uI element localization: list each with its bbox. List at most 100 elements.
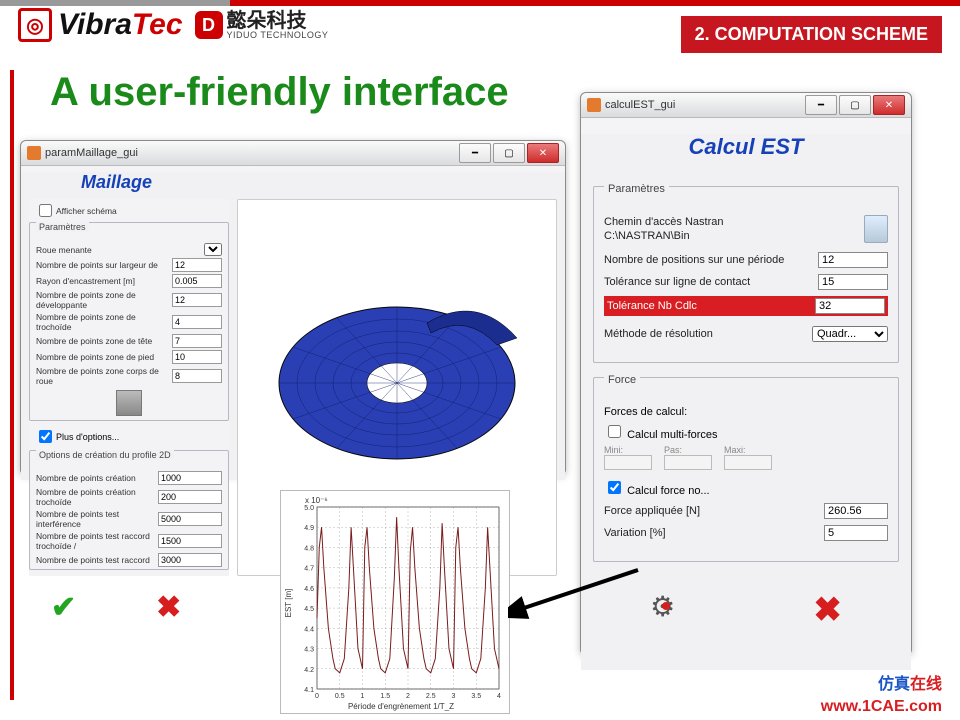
param-row: Nombre de points sur largeur de <box>36 258 222 272</box>
cancel-button[interactable]: ✖ <box>156 590 181 625</box>
nb-positions-input[interactable] <box>818 252 888 268</box>
afficher-schema-checkbox[interactable] <box>39 204 52 217</box>
yiduo-cn: 懿朵科技 <box>227 11 329 31</box>
roue-menante-select[interactable]: ▾ <box>204 243 222 256</box>
run-button[interactable]: ⚙ <box>650 590 675 630</box>
afficher-schema-label: Afficher schéma <box>56 206 223 216</box>
footer-cn: 仿真在线 <box>878 670 942 694</box>
svg-text:0.5: 0.5 <box>335 693 345 700</box>
method-select[interactable]: Quadr... <box>812 326 888 342</box>
mesh-cube-icon[interactable] <box>116 390 142 416</box>
chart-ylabel: EST [m] <box>284 589 293 618</box>
forces-calc-label: Forces de calcul: <box>604 406 888 418</box>
folder-icon[interactable] <box>864 215 888 243</box>
page-title: A user-friendly interface <box>50 70 509 115</box>
yiduo-logo: D 懿朵科技 YIDUO TECHNOLOGY <box>195 11 329 40</box>
force-applied-input[interactable] <box>824 503 888 519</box>
svg-text:3.5: 3.5 <box>471 693 481 700</box>
maxi-input <box>724 455 772 470</box>
param-input[interactable] <box>172 350 222 364</box>
svg-text:4.9: 4.9 <box>304 525 314 532</box>
method-label: Méthode de résolution <box>604 328 812 340</box>
maximize-button[interactable]: ▢ <box>839 95 871 115</box>
tec-text: Tec <box>132 8 183 42</box>
est-parametres-legend: Paramètres <box>604 183 669 195</box>
vibra-text: Vibra <box>58 8 132 42</box>
svg-text:4.3: 4.3 <box>304 647 314 654</box>
parametres-legend: Paramètres <box>36 222 89 232</box>
maximize-button[interactable]: ▢ <box>493 143 525 163</box>
confirm-button[interactable]: ✔ <box>51 590 76 625</box>
opt-input[interactable] <box>158 512 222 526</box>
svg-text:4.5: 4.5 <box>304 606 314 613</box>
est-chart: x 10⁻⁶ 4.14.24.34.44.54.64.74.84.95.000.… <box>280 490 510 714</box>
slide-root: ◎ VibraTec D 懿朵科技 YIDUO TECHNOLOGY 2. CO… <box>0 0 960 720</box>
est-force-fieldset: Force Forces de calcul: Calcul multi-for… <box>593 377 899 562</box>
left-red-stripe <box>10 70 14 700</box>
est-title-text: calculEST_gui <box>605 99 803 111</box>
opt-input[interactable] <box>158 553 222 567</box>
svg-text:4: 4 <box>497 693 501 700</box>
close-button[interactable]: ✕ <box>527 143 559 163</box>
param-input[interactable] <box>172 274 222 288</box>
yiduo-d-icon: D <box>195 11 223 39</box>
est-chart-svg: x 10⁻⁶ 4.14.24.34.44.54.64.74.84.95.000.… <box>281 491 509 713</box>
svg-text:4.6: 4.6 <box>304 586 314 593</box>
est-caption: Calcul EST <box>581 134 911 160</box>
svg-text:4.7: 4.7 <box>304 566 314 573</box>
svg-text:4.1: 4.1 <box>304 687 314 694</box>
param-input[interactable] <box>172 293 222 307</box>
minimize-button[interactable]: ━ <box>459 143 491 163</box>
nastran-path-label: Chemin d'accès Nastran <box>604 215 858 229</box>
app-icon <box>587 98 601 112</box>
variation-input[interactable] <box>824 525 888 541</box>
svg-text:3: 3 <box>452 693 456 700</box>
tol-nbcdlc-input[interactable] <box>815 298 885 314</box>
mini-input <box>604 455 652 470</box>
est-cancel-button[interactable]: ✖ <box>813 590 842 630</box>
multi-forces-checkbox[interactable] <box>608 425 621 438</box>
svg-text:5.0: 5.0 <box>304 505 314 512</box>
plus-options-checkbox[interactable] <box>39 430 52 443</box>
force-no-checkbox[interactable] <box>608 481 621 494</box>
minimize-button[interactable]: ━ <box>805 95 837 115</box>
vibratec-logo: ◎ VibraTec <box>18 8 183 42</box>
chart-xlabel: Période d'engrènement 1/T_Z <box>348 702 454 711</box>
disc-mesh-svg <box>247 258 547 508</box>
svg-text:4.4: 4.4 <box>304 626 314 633</box>
param-input[interactable] <box>172 315 222 329</box>
svg-text:2: 2 <box>406 693 410 700</box>
param-input[interactable] <box>172 258 222 272</box>
opt-input[interactable] <box>158 534 222 548</box>
param-input[interactable] <box>172 334 222 348</box>
options-2d-fieldset: Options de création du profile 2D Nombre… <box>29 450 229 570</box>
param-input[interactable] <box>172 369 222 383</box>
plus-options-label: Plus d'options... <box>56 432 119 442</box>
nastran-path-value: C:\NASTRAN\Bin <box>604 229 858 243</box>
tol-nbcdlc-label: Tolérance Nb Cdlc <box>607 300 815 312</box>
svg-text:2.5: 2.5 <box>426 693 436 700</box>
roue-menante-label: Roue menante <box>36 245 204 255</box>
maillage-titlebar[interactable]: paramMaillage_gui ━ ▢ ✕ <box>21 141 565 166</box>
est-titlebar[interactable]: calculEST_gui ━ ▢ ✕ <box>581 93 911 118</box>
parametres-fieldset: Paramètres Roue menante▾ Nombre de point… <box>29 222 229 421</box>
yiduo-en: YIDUO TECHNOLOGY <box>227 31 329 40</box>
force-legend: Force <box>604 374 640 386</box>
maillage-caption: Maillage <box>81 172 565 193</box>
computation-scheme-tag: 2. COMPUTATION SCHEME <box>681 16 942 53</box>
options-2d-legend: Options de création du profile 2D <box>36 450 174 460</box>
maillage-window: paramMaillage_gui ━ ▢ ✕ Maillage Affiche… <box>20 140 566 474</box>
top-gray-bar <box>0 0 230 6</box>
opt-input[interactable] <box>158 471 222 485</box>
svg-text:1: 1 <box>361 693 365 700</box>
svg-text:1.5: 1.5 <box>380 693 390 700</box>
afficher-schema-row: Afficher schéma <box>35 201 223 220</box>
pas-input <box>664 455 712 470</box>
tol-contact-input[interactable] <box>818 274 888 290</box>
svg-text:4.2: 4.2 <box>304 667 314 674</box>
vibratec-icon: ◎ <box>18 8 52 42</box>
opt-input[interactable] <box>158 490 222 504</box>
close-button[interactable]: ✕ <box>873 95 905 115</box>
footer-url: www.1CAE.com <box>821 698 942 716</box>
app-icon <box>27 146 41 160</box>
